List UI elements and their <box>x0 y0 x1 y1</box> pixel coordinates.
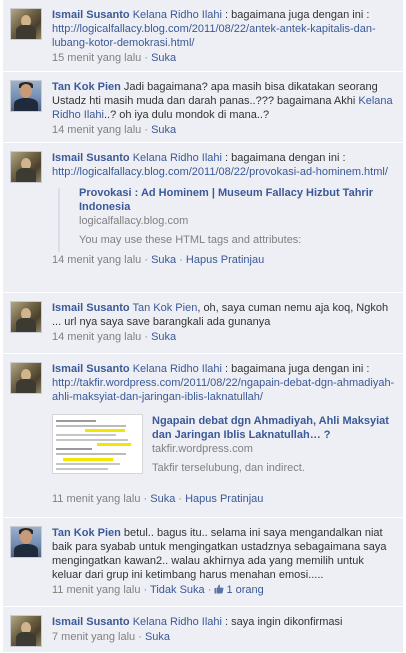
mention-link[interactable]: Kelana Ridho Ilahi <box>133 616 222 628</box>
comment-meta: 14 menit yang lalu · Suka · Hapus Pratin… <box>52 253 395 267</box>
author-link[interactable]: Ismail Susanto <box>52 302 130 314</box>
like-link[interactable]: Suka <box>145 631 170 643</box>
separator: · <box>204 584 215 596</box>
comment-body: Ismail Susanto Kelana Ridho Ilahi : baga… <box>52 8 395 65</box>
like-link[interactable]: Suka <box>150 493 175 505</box>
timestamp[interactable]: 14 menit yang lalu <box>52 331 141 343</box>
separator: · <box>141 124 152 136</box>
remove-preview-link[interactable]: Hapus Pratinjau <box>185 493 263 505</box>
url-link[interactable]: http://takfir.wordpress.com/2011/08/22/n… <box>52 377 394 403</box>
preview-title[interactable]: Ngapain debat dgn Ahmadiyah, Ahli Maksyi… <box>152 414 395 442</box>
comment-text: ..? oh iya dulu mondok di mana..? <box>103 109 270 121</box>
timestamp[interactable]: 15 menit yang lalu <box>52 52 141 64</box>
comment: Tan Kok Pien betul.. bagus itu.. selama … <box>3 518 403 607</box>
comment-text: : bagaimana juga dengan ini : <box>222 363 370 375</box>
url-link[interactable]: http://logicalfallacy.blog.com/2011/08/2… <box>52 166 388 178</box>
author-link[interactable]: Ismail Susanto <box>52 363 130 375</box>
comment-body: Tan Kok Pien betul.. bagus itu.. selama … <box>52 526 395 597</box>
author-link[interactable]: Tan Kok Pien <box>52 527 121 539</box>
comment-text: : saya ingin dikonfirmasi <box>222 616 343 628</box>
timestamp[interactable]: 11 menit yang lalu <box>52 493 140 505</box>
link-preview: Ngapain debat dgn Ahmadiyah, Ahli Maksyi… <box>52 410 395 488</box>
avatar[interactable] <box>10 301 42 333</box>
unlike-link[interactable]: Tidak Suka <box>150 584 205 596</box>
like-link[interactable]: Suka <box>151 52 176 64</box>
mention-link[interactable]: Kelana Ridho Ilahi <box>133 363 222 375</box>
comment: Ismail Susanto Kelana Ridho Ilahi : baga… <box>3 0 403 72</box>
preview-divider <box>58 188 60 252</box>
comment-text: : bagaimana juga dengan ini : <box>222 9 370 21</box>
remove-preview-link[interactable]: Hapus Pratinjau <box>186 254 264 266</box>
comment: Tan Kok Pien Jadi bagaimana? apa masih b… <box>3 72 403 143</box>
timestamp[interactable]: 14 menit yang lalu <box>52 254 141 266</box>
author-link[interactable]: Tan Kok Pien <box>52 81 121 93</box>
comment: Ismail Susanto Kelana Ridho Ilahi : saya… <box>3 607 403 653</box>
preview-thumbnail[interactable] <box>52 414 143 474</box>
preview-domain: logicalfallacy.blog.com <box>79 215 189 227</box>
separator: · <box>135 631 145 643</box>
separator: · <box>140 493 151 505</box>
separator: · <box>141 331 152 343</box>
comment-meta: 15 menit yang lalu · Suka <box>52 51 395 65</box>
mention-link[interactable]: Kelana Ridho Ilahi <box>133 152 222 164</box>
separator: · <box>175 493 186 505</box>
comment-body: Tan Kok Pien Jadi bagaimana? apa masih b… <box>52 80 395 137</box>
avatar[interactable] <box>10 80 42 112</box>
like-link[interactable]: Suka <box>151 254 176 266</box>
comment-meta: 14 menit yang lalu · Suka <box>52 123 395 137</box>
timestamp[interactable]: 14 menit yang lalu <box>52 124 141 136</box>
avatar[interactable] <box>10 151 42 183</box>
comment: Ismail Susanto Tan Kok Pien, oh, saya cu… <box>3 293 403 354</box>
comment: Ismail Susanto Kelana Ridho Ilahi : baga… <box>3 143 403 293</box>
preview-domain: takfir.wordpress.com <box>152 443 253 455</box>
comment-meta: 14 menit yang lalu · Suka <box>52 330 395 344</box>
preview-description: Takfir terselubung, dan indirect. <box>152 462 305 474</box>
comment-body: Ismail Susanto Kelana Ridho Ilahi : baga… <box>52 151 395 267</box>
link-preview: Provokasi : Ad Hominem | Museum Fallacy … <box>52 186 395 252</box>
comment-feed: Ismail Susanto Kelana Ridho Ilahi : baga… <box>0 0 406 653</box>
likes-count-link[interactable]: 1 orang <box>226 584 263 596</box>
separator: · <box>140 584 151 596</box>
mention-link[interactable]: Tan Kok Pien <box>133 302 198 314</box>
author-link[interactable]: Ismail Susanto <box>52 9 130 21</box>
avatar[interactable] <box>10 362 42 394</box>
comment-body: Ismail Susanto Kelana Ridho Ilahi : baga… <box>52 362 395 506</box>
comment: Ismail Susanto Kelana Ridho Ilahi : baga… <box>3 354 403 518</box>
comment-body: Ismail Susanto Kelana Ridho Ilahi : saya… <box>52 615 395 644</box>
preview-title[interactable]: Provokasi : Ad Hominem | Museum Fallacy … <box>79 186 395 214</box>
comment-meta: 11 menit yang lalu · Tidak Suka · 1 oran… <box>52 583 395 597</box>
comment-meta: 11 menit yang lalu · Suka · Hapus Pratin… <box>52 492 395 506</box>
timestamp[interactable]: 7 menit yang lalu <box>52 631 135 643</box>
mention-link[interactable]: Kelana Ridho Ilahi <box>133 9 222 21</box>
comment-meta: 7 menit yang lalu · Suka <box>52 630 395 644</box>
separator: · <box>141 52 152 64</box>
author-link[interactable]: Ismail Susanto <box>52 616 130 628</box>
like-link[interactable]: Suka <box>151 331 176 343</box>
separator: · <box>176 254 186 266</box>
comment-text: : bagaimana dengan ini : <box>222 152 346 164</box>
avatar[interactable] <box>10 615 42 647</box>
preview-description: You may use these HTML tags and attribut… <box>79 234 302 246</box>
avatar[interactable] <box>10 526 42 558</box>
avatar[interactable] <box>10 8 42 40</box>
author-link[interactable]: Ismail Susanto <box>52 152 130 164</box>
thumbs-up-icon[interactable] <box>214 584 224 594</box>
separator: · <box>141 254 152 266</box>
timestamp[interactable]: 11 menit yang lalu <box>52 584 140 596</box>
comment-body: Ismail Susanto Tan Kok Pien, oh, saya cu… <box>52 301 395 344</box>
like-link[interactable]: Suka <box>151 124 176 136</box>
url-link[interactable]: http://logicalfallacy.blog.com/2011/08/2… <box>52 23 376 49</box>
